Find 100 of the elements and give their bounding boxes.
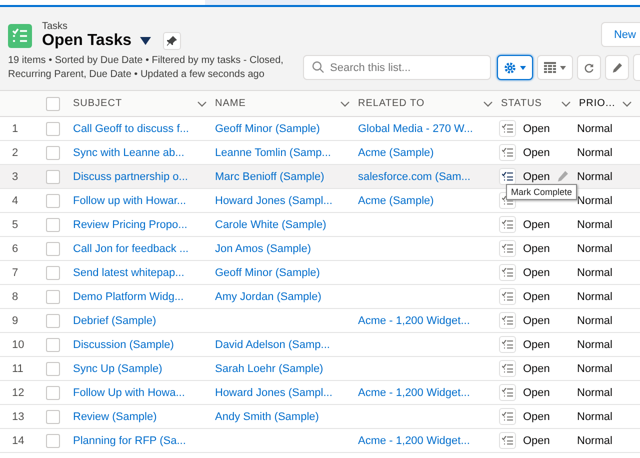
row-checkbox[interactable] [46,314,60,328]
column-header[interactable]: STATUS [501,98,542,109]
chevron-down-icon[interactable] [561,100,571,106]
subject-link[interactable]: Planning for RFP (Sa... [73,434,186,446]
column-header[interactable]: PRIO... [579,98,616,109]
name-link[interactable]: Jon Amos (Sample) [215,242,311,254]
table-row[interactable]: 1 Call Geoff to discuss f... Geoff Minor (Sample) Global Media - 270 W... Open Normal [0,117,640,141]
status-text: Open [523,146,550,158]
subject-link[interactable]: Review Pricing Propo... [73,218,188,230]
row-checkbox[interactable] [46,362,60,376]
chevron-down-icon[interactable] [483,100,493,106]
priority-text: Normal [577,242,614,254]
checklist-icon [502,292,513,301]
row-number: 12 [11,386,26,398]
related-to-link[interactable]: Global Media - 270 W... [358,122,473,134]
name-link[interactable]: Howard Jones (Sampl... [215,386,332,398]
mark-complete-button[interactable] [499,168,516,185]
task-list-icon [8,24,32,48]
new-button[interactable]: New [600,22,640,47]
row-number: 9 [11,314,20,326]
row-checkbox[interactable] [46,170,60,184]
priority-text: Normal [577,146,614,158]
table-row[interactable]: 5 Review Pricing Propo... Carole White (Sample) Open Normal [0,213,640,237]
checklist-icon [502,244,513,253]
select-all-checkbox[interactable] [46,96,60,110]
related-to-link[interactable]: Acme (Sample) [358,146,434,158]
list-summary: 19 items • Sorted by Due Date • Filtered by my tasks - Closed, Recurring Parent, Due Date • Updated a few seconds ago [8,54,284,82]
name-link[interactable]: Marc Benioff (Sample) [215,170,324,182]
table-row[interactable]: 12 Follow Up with Howa... Howard Jones (Sampl... Acme - 1,200 Widget... Open Normal [0,381,640,405]
row-checkbox[interactable] [46,242,60,256]
checklist-icon [502,340,513,349]
search-field[interactable]: Search this list... [303,55,491,80]
row-checkbox[interactable] [46,290,60,304]
table-row[interactable]: 8 Demo Platform Widg... Amy Jordan (Sample) Open Normal [0,285,640,309]
subject-link[interactable]: Sync with Leanne ab... [73,146,184,158]
name-link[interactable]: Sarah Loehr (Sample) [215,362,324,374]
checklist-icon [502,412,513,421]
subject-link[interactable]: Send latest whitepap... [73,266,184,278]
name-link[interactable]: Geoff Minor (Sample) [215,122,320,134]
chevron-down-icon[interactable] [197,100,207,106]
name-link[interactable]: David Adelson (Samp... [215,338,330,350]
subject-link[interactable]: Discuss partnership o... [73,170,188,182]
column-header[interactable]: RELATED TO [358,98,425,109]
table-row[interactable]: 6 Call Jon for feedback ... Jon Amos (Sample) Open Normal [0,237,640,261]
row-checkbox[interactable] [46,266,60,280]
priority-text: Normal [577,410,614,422]
subject-link[interactable]: Follow Up with Howa... [73,386,185,398]
row-checkbox[interactable] [46,410,60,424]
priority-text: Normal [577,338,614,350]
row-number: 11 [11,362,24,374]
name-link[interactable]: Carole White (Sample) [215,218,326,230]
row-checkbox[interactable] [46,194,60,208]
chevron-down-icon[interactable] [340,100,350,106]
pin-button[interactable] [162,32,181,50]
status-text: Open [523,170,550,182]
row-number: 13 [11,410,26,422]
status-text: Open [523,362,550,374]
caret-icon [520,66,526,70]
table-row[interactable]: 13 Review (Sample) Andy Smith (Sample) Open Normal [0,405,640,429]
table-row[interactable]: 10 Discussion (Sample) David Adelson (Samp... Open Normal [0,333,640,357]
refresh-icon [584,62,594,74]
row-number: 10 [11,338,26,350]
display-as-button[interactable] [537,55,573,80]
related-to-link[interactable]: salesforce.com (Sam... [358,170,470,182]
priority-text: Normal [577,266,614,278]
related-to-link[interactable]: Acme - 1,200 Widget... [358,314,470,326]
row-checkbox[interactable] [46,434,60,448]
name-link[interactable]: Geoff Minor (Sample) [215,266,320,278]
priority-text: Normal [577,434,614,446]
subject-link[interactable]: Call Geoff to discuss f... [73,122,189,134]
column-header[interactable]: NAME [215,98,246,109]
table-row[interactable]: 14 Planning for RFP (Sa... Acme - 1,200 Widget... Open Normal [0,429,640,453]
row-checkbox[interactable] [46,218,60,232]
related-to-link[interactable]: Acme - 1,200 Widget... [358,386,470,398]
name-link[interactable]: Leanne Tomlin (Samp... [215,146,331,158]
chevron-down-icon[interactable] [622,100,632,106]
subject-link[interactable]: Debrief (Sample) [73,314,156,326]
row-checkbox[interactable] [46,386,60,400]
edit-button[interactable] [605,55,629,80]
subject-link[interactable]: Sync Up (Sample) [73,362,162,374]
row-checkbox[interactable] [46,146,60,160]
subject-link[interactable]: Review (Sample) [73,410,157,422]
refresh-button[interactable] [577,55,601,80]
column-header[interactable]: SUBJECT [73,98,122,109]
row-number: 2 [11,146,20,158]
related-to-link[interactable]: Acme - 1,200 Widget... [358,434,470,446]
name-link[interactable]: Amy Jordan (Sample) [215,290,322,302]
gear-icon [504,62,516,74]
subject-link[interactable]: Discussion (Sample) [73,338,174,350]
table-row[interactable]: 11 Sync Up (Sample) Sarah Loehr (Sample) Open Normal [0,357,640,381]
priority-text: Normal [577,290,614,302]
name-link[interactable]: Andy Smith (Sample) [215,410,319,422]
row-checkbox[interactable] [46,338,60,352]
row-checkbox[interactable] [46,122,60,136]
settings-button[interactable] [497,55,533,80]
subject-link[interactable]: Call Jon for feedback ... [73,242,189,254]
table-row[interactable]: 9 Debrief (Sample) Acme - 1,200 Widget... Open Normal [0,309,640,333]
subject-link[interactable]: Demo Platform Widg... [73,290,184,302]
caret-icon[interactable] [140,37,151,45]
table-row[interactable]: 7 Send latest whitepap... Geoff Minor (Sample) Open Normal [0,261,640,285]
